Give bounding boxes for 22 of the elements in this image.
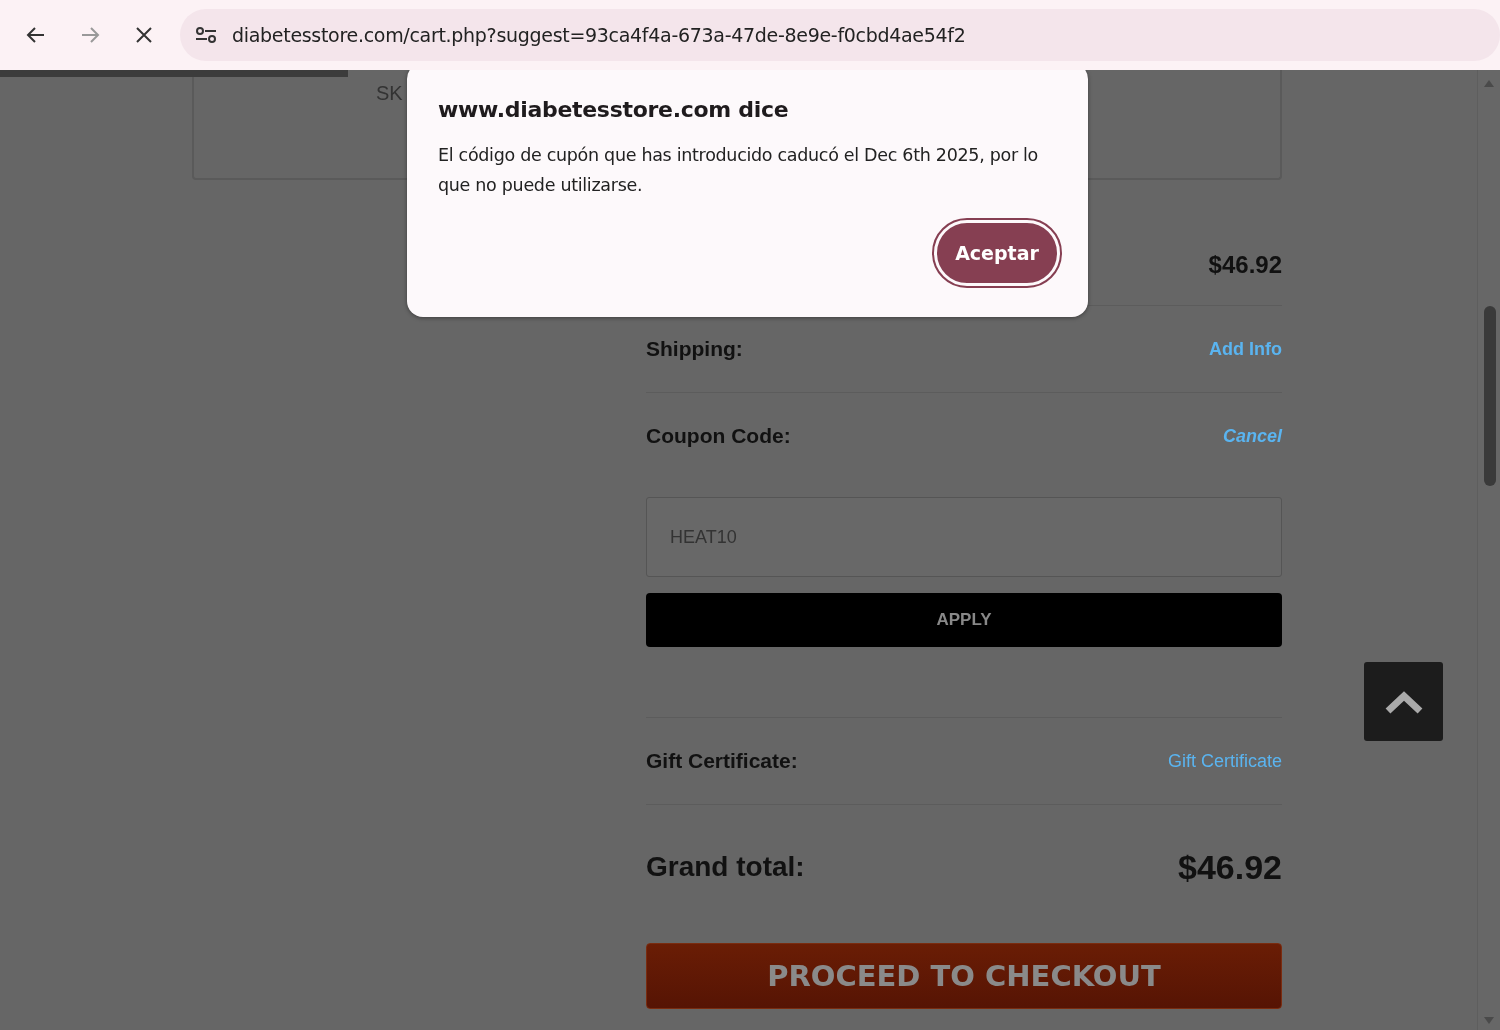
add-info-link[interactable]: Add Info	[1209, 338, 1282, 360]
shipping-label: Shipping:	[646, 337, 743, 361]
cancel-link[interactable]: Cancel	[1222, 425, 1282, 447]
subtotal-amount: $46.92	[1208, 250, 1282, 279]
scroll-up-icon[interactable]	[1483, 78, 1495, 88]
grand-total-amount: $46.92	[1178, 847, 1282, 887]
accept-button[interactable]: Aceptar	[934, 220, 1060, 286]
scroll-to-top-button[interactable]	[1364, 662, 1443, 741]
close-icon	[134, 25, 154, 45]
dialog-title: www.diabetesstore.com dice	[438, 97, 790, 122]
dialog-message: El código de cupón que has introducido caducó el Dec 6th 2025, por lo que no puede utilizarse.	[438, 144, 1039, 197]
gift-certificate-link[interactable]: Gift Certificate	[1167, 750, 1282, 772]
gift-certificate-label: Gift Certificate:	[646, 749, 798, 773]
apply-button[interactable]: APPLY	[646, 593, 1282, 647]
url-text: diabetesstore.com/cart.php?suggest=93ca4f4a-673a-47de-8e9e-f0cbd4ae54f2	[232, 24, 966, 46]
scroll-down-icon[interactable]	[1483, 1016, 1495, 1026]
address-bar[interactable]: diabetesstore.com/cart.php?suggest=93ca4f4a-673a-47de-8e9e-f0cbd4ae54f2	[180, 9, 1500, 61]
scrollbar-thumb[interactable]	[1484, 306, 1496, 486]
coupon-code-label: Coupon Code:	[646, 424, 791, 448]
proceed-to-checkout-button[interactable]: PROCEED TO CHECKOUT	[646, 943, 1282, 1009]
site-settings-icon	[194, 24, 218, 46]
grand-total-label: Grand total:	[646, 851, 805, 883]
